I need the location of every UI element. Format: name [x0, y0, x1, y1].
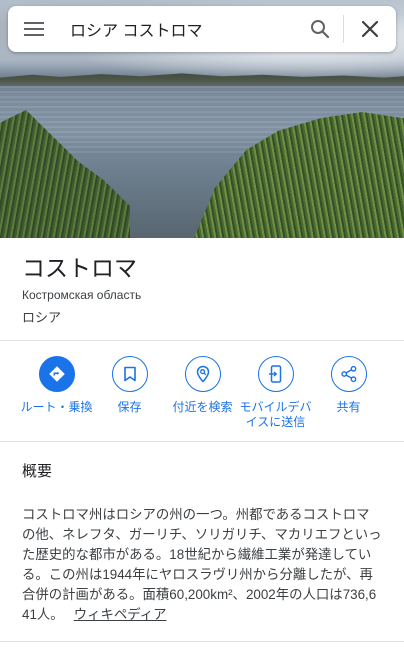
share-icon [340, 365, 356, 383]
send-to-phone-icon [268, 365, 281, 383]
search-icon [311, 20, 330, 39]
action-bar: ルート・乗換 保存 付近を検索 モバイルデバ イスに送信 共有 [0, 356, 404, 436]
send-to-phone-label-line1: モバイルデバ [239, 400, 312, 414]
directions-button[interactable]: ルート・乗換 [20, 356, 93, 436]
hamburger-menu-icon [24, 22, 44, 36]
send-to-phone-circle [257, 356, 294, 392]
share-button[interactable]: 共有 [312, 356, 385, 436]
search-bar: ロシア コストロマ [8, 6, 396, 52]
share-circle [330, 356, 367, 392]
search-input[interactable]: ロシア コストロマ [60, 17, 297, 41]
overview-description: コストロマ州はロシアの州の一つ。州都であるコストロマの他、ネレフタ、ガーリチ、ソ… [22, 507, 382, 622]
divider [0, 340, 404, 341]
send-to-phone-label-line2: イスに送信 [245, 415, 306, 429]
save-button[interactable]: 保存 [93, 356, 166, 436]
nearby-search-circle [184, 356, 221, 392]
close-button[interactable] [344, 6, 396, 52]
overview-section: 概要 コストロマ州はロシアの州の一つ。州都であるコストロマの他、ネレフタ、ガーリ… [0, 444, 404, 625]
send-to-phone-label: モバイルデバ イスに送信 [239, 400, 311, 430]
bookmark-icon [123, 366, 136, 382]
close-icon [362, 21, 378, 37]
place-subtitle: Костромская область [22, 288, 142, 302]
send-to-phone-button[interactable]: モバイルデバ イスに送信 [239, 356, 312, 436]
divider [0, 441, 404, 442]
place-country: ロシア [22, 310, 62, 325]
nearby-search-button[interactable]: 付近を検索 [166, 356, 239, 436]
place-title: コストロマ [22, 255, 137, 281]
save-label: 保存 [117, 400, 142, 414]
save-circle [111, 356, 148, 392]
nearby-search-icon [196, 365, 209, 383]
divider [0, 641, 404, 642]
wikipedia-link[interactable]: ウィキペディア [74, 607, 167, 622]
directions-icon [48, 366, 65, 382]
share-label: 共有 [336, 400, 361, 414]
overview-heading: 概要 [22, 463, 53, 480]
directions-label: ルート・乗換 [20, 400, 93, 414]
menu-button[interactable] [8, 6, 60, 52]
nearby-search-label: 付近を検索 [172, 400, 233, 414]
directions-circle [38, 356, 75, 392]
search-button[interactable] [297, 6, 343, 52]
place-header: コストロマ Костромская область ロシア [0, 238, 404, 338]
overview-text: コストロマ州はロシアの州の一つ。州都であるコストロマの他、ネレフタ、ガーリチ、ソ… [22, 505, 382, 625]
